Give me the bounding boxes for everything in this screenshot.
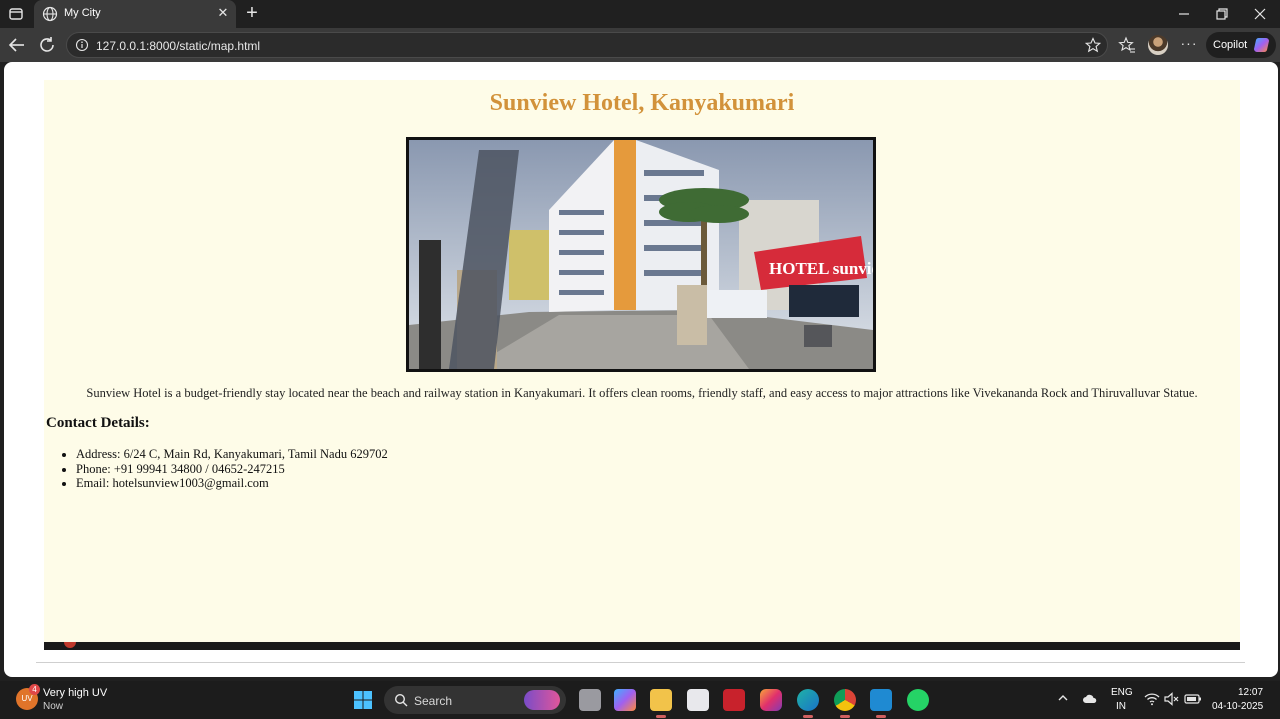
reload-icon[interactable] <box>36 34 58 56</box>
minimize-icon[interactable] <box>1176 6 1192 22</box>
volume-muted-icon[interactable] <box>1164 692 1180 706</box>
page-title: Sunview Hotel, Kanyakumari <box>489 90 795 116</box>
language-region: IN <box>1116 701 1126 712</box>
window-menu-icon[interactable] <box>8 6 24 22</box>
tab-close-icon[interactable]: ✕ <box>216 6 230 20</box>
page-footer-bar <box>44 642 1240 650</box>
copilot-app-icon[interactable] <box>614 689 636 711</box>
chevron-up-icon[interactable] <box>1056 691 1070 705</box>
search-icon <box>394 693 408 707</box>
back-arrow-icon[interactable] <box>6 34 28 56</box>
more-options-icon[interactable]: ··· <box>1180 34 1198 54</box>
page-content: Sunview Hotel, Kanyakumari HOTEL sunvi S… <box>44 80 1240 645</box>
task-view-icon[interactable] <box>579 689 601 711</box>
favorite-star-icon[interactable] <box>1085 37 1101 53</box>
contact-heading: Contact Details: <box>46 415 150 431</box>
footer-marker <box>64 642 76 648</box>
taskbar: UV 4 Very high UV Now Search ENG IN 12:0… <box>0 681 1280 719</box>
hotel-photo: HOTEL sunview <box>406 137 876 372</box>
windows-start-icon[interactable] <box>353 690 373 710</box>
edge-icon[interactable] <box>797 689 819 718</box>
instagram-icon[interactable] <box>760 689 782 711</box>
hotel-description: Sunview Hotel is a budget-friendly stay … <box>86 386 1198 400</box>
favorites-icon[interactable] <box>1118 36 1136 54</box>
mcafee-icon[interactable] <box>723 689 745 711</box>
contact-list: Address: 6/24 C, Main Rd, Kanyakumari, T… <box>76 447 388 491</box>
copilot-label: Copilot <box>1213 39 1248 51</box>
globe-icon <box>42 6 58 22</box>
wifi-icon[interactable] <box>1144 692 1160 706</box>
address-bar[interactable]: 127.0.0.1:8000/static/map.html <box>66 32 1108 58</box>
language-indicator[interactable]: ENG <box>1111 687 1133 698</box>
taskbar-search[interactable]: Search <box>384 686 566 714</box>
profile-avatar[interactable] <box>1148 35 1168 55</box>
browser-toolbar: 127.0.0.1:8000/static/map.html ··· Copil… <box>0 28 1280 62</box>
weather-title[interactable]: Very high UV <box>43 687 107 699</box>
browser-tab-bar: My City ✕ + <box>0 0 1280 28</box>
battery-icon[interactable] <box>1184 692 1202 706</box>
copilot-button[interactable]: Copilot <box>1206 32 1276 58</box>
site-info-icon[interactable] <box>75 38 89 52</box>
copilot-icon <box>1254 37 1269 53</box>
hotel-photo-image: HOTEL sunview <box>409 140 873 369</box>
browser-tab[interactable]: My City ✕ <box>34 0 236 28</box>
chrome-icon[interactable] <box>834 689 856 718</box>
onedrive-cloud-icon[interactable] <box>1082 692 1098 706</box>
vscode-icon[interactable] <box>870 689 892 718</box>
whatsapp-icon[interactable] <box>907 689 929 711</box>
weather-badge: 4 <box>29 684 40 695</box>
contact-address: Address: 6/24 C, Main Rd, Kanyakumari, T… <box>76 447 388 462</box>
clock-date[interactable]: 04-10-2025 <box>1212 701 1263 712</box>
clock-time[interactable]: 12:07 <box>1238 687 1263 698</box>
window-close-icon[interactable] <box>1252 6 1268 22</box>
weather-subtitle: Now <box>43 701 64 712</box>
hotel-sign-text: HOTEL sunview <box>769 259 873 278</box>
contact-email: Email: hotelsunview1003@gmail.com <box>76 476 388 491</box>
url-text[interactable]: 127.0.0.1:8000/static/map.html <box>96 39 260 53</box>
new-tab-icon[interactable]: + <box>243 3 261 23</box>
contact-phone: Phone: +91 99941 34800 / 04652-247215 <box>76 462 388 477</box>
page-viewport: Sunview Hotel, Kanyakumari HOTEL sunvi S… <box>4 62 1278 677</box>
search-label: Search <box>414 694 453 708</box>
microsoft-store-icon[interactable] <box>687 689 709 711</box>
restore-icon[interactable] <box>1214 6 1230 22</box>
tab-title: My City <box>64 7 101 19</box>
search-highlight-icon <box>524 690 560 710</box>
file-explorer-icon[interactable] <box>650 689 672 718</box>
page-divider <box>36 662 1245 663</box>
